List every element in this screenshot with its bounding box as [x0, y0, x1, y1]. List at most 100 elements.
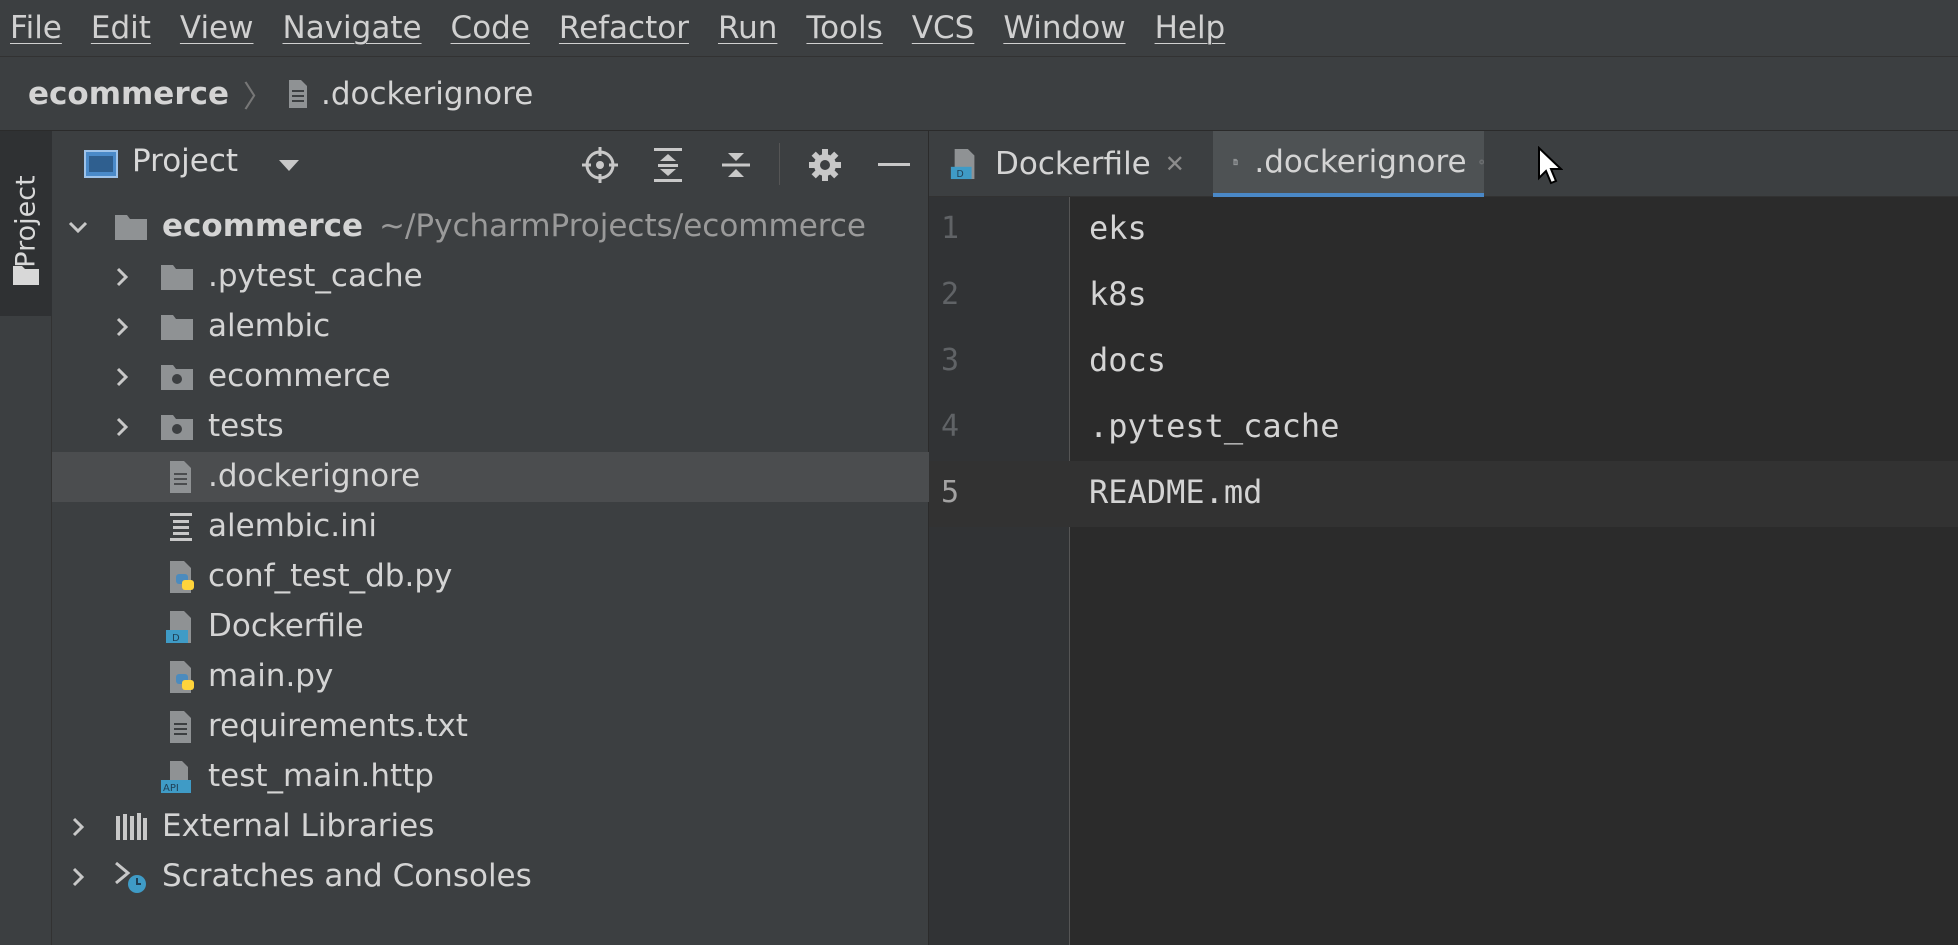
menu-tools[interactable]: Tools — [806, 10, 882, 46]
tree-item-dockerignore[interactable]: .dockerignore — [52, 452, 929, 502]
chevron-right-icon[interactable] — [66, 865, 90, 889]
menu-file[interactable]: File — [10, 10, 62, 46]
code-text[interactable]: .pytest_cache — [1089, 407, 1339, 445]
chevron-right-icon[interactable] — [110, 315, 134, 339]
tree-item-label: ecommerce — [208, 358, 391, 394]
project-panel-header: Project — [52, 131, 929, 197]
tab-dockerfile[interactable]: D Dockerfile ✕ — [949, 131, 1211, 197]
code-line[interactable]: 2 k8s — [929, 263, 1958, 329]
tree-item-main-py[interactable]: main.py — [52, 652, 929, 702]
expand-all-icon[interactable] — [652, 147, 684, 183]
tree-item-label: External Libraries — [162, 808, 435, 844]
tree-item-label: .dockerignore — [208, 458, 421, 494]
folder-icon — [13, 266, 39, 285]
docker-file-icon: D — [166, 611, 191, 644]
line-number: 3 — [941, 343, 960, 378]
chevron-right-icon[interactable] — [110, 365, 134, 389]
tree-item-scratches[interactable]: Scratches and Consoles — [52, 852, 929, 902]
line-number: 5 — [941, 475, 960, 510]
code-text[interactable]: k8s — [1089, 275, 1147, 313]
chevron-right-icon[interactable] — [110, 415, 134, 439]
code-text[interactable]: eks — [1089, 209, 1147, 247]
text-file-icon — [170, 711, 191, 743]
docker-file-icon: D — [950, 148, 975, 180]
code-line[interactable]: 3 docs — [929, 329, 1958, 395]
chevron-right-icon[interactable] — [66, 815, 90, 839]
menu-code[interactable]: Code — [451, 10, 530, 46]
tree-item-dockerfile[interactable]: D Dockerfile — [52, 602, 929, 652]
package-folder-icon — [161, 365, 193, 390]
folder-icon — [115, 215, 147, 240]
code-text[interactable]: docs — [1089, 341, 1166, 379]
text-file-icon — [1233, 158, 1238, 166]
folder-icon — [161, 315, 193, 340]
tree-item-label: main.py — [208, 658, 334, 694]
editor-tab-bar: D Dockerfile ✕ .dockerignore — [929, 131, 1958, 197]
gear-icon[interactable] — [808, 148, 842, 182]
tree-item-label: test_main.http — [208, 758, 434, 794]
menu-bar: File Edit View Navigate Code Refactor Ru… — [0, 0, 1958, 56]
project-view-icon — [84, 150, 118, 178]
close-icon[interactable] — [1478, 149, 1484, 175]
project-panel-title[interactable]: Project — [132, 143, 238, 179]
line-number: 1 — [941, 211, 960, 246]
menu-vcs[interactable]: VCS — [912, 10, 975, 46]
tree-item-label: tests — [208, 408, 284, 444]
collapse-all-icon[interactable] — [720, 147, 752, 183]
package-folder-icon — [161, 415, 193, 440]
breadcrumb-file[interactable]: .dockerignore — [321, 76, 533, 112]
menu-edit[interactable]: Edit — [91, 10, 151, 46]
tree-item-pytest-cache[interactable]: .pytest_cache — [52, 252, 929, 302]
menu-help[interactable]: Help — [1155, 10, 1226, 46]
mouse-pointer-icon — [1538, 146, 1563, 185]
code-line[interactable]: 1 eks — [929, 197, 1958, 263]
tree-item-label: alembic.ini — [208, 508, 377, 544]
tree-root-ecommerce[interactable]: ecommerce ~/PycharmProjects/ecommerce — [52, 202, 929, 252]
menu-view[interactable]: View — [180, 10, 254, 46]
tree-item-label: requirements.txt — [208, 708, 468, 744]
tree-item-alembic[interactable]: alembic — [52, 302, 929, 352]
library-icon — [116, 813, 147, 840]
project-tool-button[interactable]: Project — [0, 131, 52, 316]
breadcrumb-project[interactable]: ecommerce — [28, 76, 229, 112]
code-line[interactable]: 4 .pytest_cache — [929, 395, 1958, 461]
code-text[interactable]: README.md — [1089, 473, 1262, 511]
tool-window-strip: Project — [0, 131, 52, 945]
menu-run[interactable]: Run — [718, 10, 777, 46]
text-file-icon — [289, 79, 308, 108]
tree-item-external-libraries[interactable]: External Libraries — [52, 802, 929, 852]
text-file-icon — [170, 461, 191, 493]
tree-item-ecommerce-package[interactable]: ecommerce — [52, 352, 929, 402]
chevron-down-icon[interactable] — [278, 159, 300, 173]
line-number: 4 — [941, 409, 960, 444]
tree-item-label: Dockerfile — [208, 608, 364, 644]
chevron-down-icon[interactable] — [66, 215, 90, 239]
tree-item-test-main-http[interactable]: API test_main.http — [52, 752, 929, 802]
python-file-icon — [170, 561, 194, 593]
svg-text:D: D — [172, 633, 180, 644]
menu-window[interactable]: Window — [1003, 10, 1125, 46]
tree-item-label: .pytest_cache — [208, 258, 423, 294]
minimize-icon[interactable] — [878, 162, 910, 168]
ini-file-icon — [170, 513, 192, 541]
chevron-right-icon[interactable] — [110, 265, 134, 289]
editor: D Dockerfile ✕ .dockerignore 1 eks 2 k8s — [929, 131, 1958, 945]
tree-item-requirements[interactable]: requirements.txt — [52, 702, 929, 752]
locate-icon[interactable] — [582, 147, 618, 183]
tree-root-path: ~/PycharmProjects/ecommerce — [379, 208, 866, 244]
tree-root-label: ecommerce ~/PycharmProjects/ecommerce — [162, 208, 866, 244]
project-panel: Project ecommerce ~/PycharmProjects/ecom… — [52, 131, 929, 945]
close-icon[interactable]: ✕ — [1165, 150, 1185, 178]
scratches-icon — [115, 861, 146, 893]
code-line-current[interactable]: 5 README.md — [929, 461, 1958, 527]
tree-item-label: conf_test_db.py — [208, 558, 453, 594]
python-file-icon — [170, 661, 194, 693]
tree-item-tests[interactable]: tests — [52, 402, 929, 452]
http-file-icon: API — [161, 761, 191, 794]
menu-refactor[interactable]: Refactor — [559, 10, 689, 46]
tab-dockerignore[interactable]: .dockerignore — [1213, 131, 1484, 197]
tree-item-conf-test-db[interactable]: conf_test_db.py — [52, 552, 929, 602]
tree-item-alembic-ini[interactable]: alembic.ini — [52, 502, 929, 552]
tree-item-label: Scratches and Consoles — [162, 858, 532, 894]
menu-navigate[interactable]: Navigate — [283, 10, 422, 46]
